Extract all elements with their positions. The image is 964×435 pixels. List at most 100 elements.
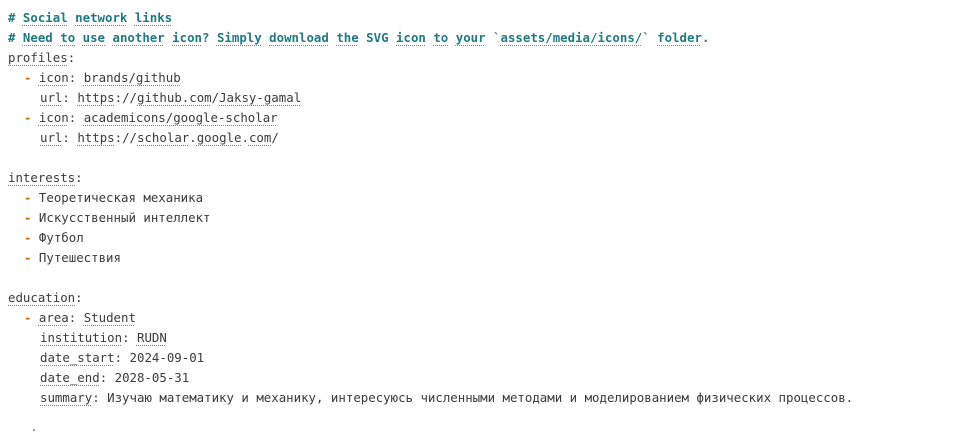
yaml-colon: : <box>75 290 83 305</box>
url-punct: :// <box>114 130 138 145</box>
url-path: Jaksy-gamal <box>219 90 302 105</box>
list-dash: - <box>24 210 39 225</box>
yaml-key-date-start: date_start <box>40 350 115 365</box>
comment-word: Need <box>22 30 53 45</box>
yaml-value-icon: brands/github <box>83 70 181 85</box>
url-host: scholar <box>137 130 190 145</box>
comment-word: network <box>75 10 128 25</box>
profile-item-2-icon-line: - icon: academicons/google-scholar <box>8 108 964 128</box>
yaml-value-institution: RUDN <box>136 330 167 345</box>
interest-item: - Искусственный интеллект <box>8 208 964 228</box>
yaml-colon: : <box>62 90 78 105</box>
yaml-key-url: url <box>40 90 63 105</box>
list-dash: - <box>24 110 39 125</box>
url-punct: / <box>211 90 220 105</box>
yaml-key-area: area <box>38 310 69 325</box>
list-dash: - <box>24 190 39 205</box>
profile-item-1-url-line: url: https://github.com/Jaksy-gamal <box>8 88 964 108</box>
yaml-key-summary: summary <box>40 390 93 405</box>
list-dash: - <box>24 250 39 265</box>
interest-value: Искусственный интеллект <box>38 210 211 225</box>
yaml-value-summary: Изучаю математику и механику, интересуюс… <box>107 390 854 405</box>
comment-hash: # <box>8 10 23 25</box>
education-summary-line: summary: Изучаю математику и механику, и… <box>8 388 964 408</box>
comment-word: links <box>134 10 173 25</box>
comment-word: use <box>82 30 106 45</box>
url-punct: . <box>189 130 197 145</box>
yaml-key-url: url <box>40 130 63 145</box>
education-area-line: - area: Student <box>8 308 964 328</box>
education-key-line: education: <box>8 288 964 308</box>
url-punct: :// <box>114 90 138 105</box>
yaml-colon: : <box>67 50 76 65</box>
comment-punct: ? <box>202 30 217 45</box>
yaml-colon: : <box>68 70 84 85</box>
url-punct: / <box>271 130 279 145</box>
yaml-colon: : <box>99 370 115 385</box>
interest-value: Путешествия <box>38 250 121 265</box>
yaml-key-icon: icon <box>38 70 69 85</box>
list-dash: - <box>24 70 39 85</box>
comment-word: Social <box>22 10 68 25</box>
url-punct: . <box>241 130 249 145</box>
comment-word: icon <box>172 30 203 45</box>
interests-key-line: interests: <box>8 168 964 188</box>
yaml-key-profiles: profiles <box>8 50 68 65</box>
comment-punct: . <box>701 30 710 45</box>
comment-word: SVG <box>358 30 397 45</box>
comment-word: your <box>455 30 486 45</box>
comment-word: icon <box>396 30 426 45</box>
interest-item: - Теоретическая механика <box>8 188 964 208</box>
comment-hash: # <box>8 30 23 45</box>
yaml-colon: : <box>62 130 78 145</box>
comment-path: assets/media/icons/ <box>500 30 643 45</box>
url-scheme: https <box>77 130 115 145</box>
yaml-value-date-start: 2024-09-01 <box>129 350 205 365</box>
comment-line-icon-hint: # Need to use another icon? Simply downl… <box>8 28 964 48</box>
comment-punct: ` <box>485 30 501 45</box>
interest-item: - Футбол <box>8 228 964 248</box>
yaml-colon: : <box>68 310 84 325</box>
yaml-colon: : <box>75 170 83 185</box>
interest-value: Теоретическая механика <box>38 190 204 205</box>
yaml-colon: : <box>114 350 130 365</box>
comment-word: to <box>60 30 76 45</box>
url-host: com <box>248 130 272 145</box>
yaml-key-interests: interests <box>8 170 76 185</box>
education-date-end-line: date_end: 2028-05-31 <box>8 368 964 388</box>
comment-punct: ` <box>642 30 658 45</box>
profile-item-2-url-line: url: https://scholar.google.com/ <box>8 128 964 148</box>
yaml-colon: : <box>122 330 137 345</box>
yaml-value-date-end: 2028-05-31 <box>114 370 190 385</box>
interest-item: - Путешествия <box>8 248 964 268</box>
comment-word: to <box>433 30 449 45</box>
comment-word: download <box>269 30 329 45</box>
comment-word: the <box>336 30 359 45</box>
url-scheme: https <box>77 90 115 105</box>
education-institution-line: institution: RUDN <box>8 328 964 348</box>
yaml-key-date-end: date_end <box>40 370 100 385</box>
profiles-key-line: profiles: <box>8 48 964 68</box>
yaml-colon: : <box>92 390 108 405</box>
education-date-start-line: date_start: 2024-09-01 <box>8 348 964 368</box>
yaml-editor[interactable]: # Social network links # Need to use ano… <box>8 8 964 408</box>
yaml-key-icon: icon <box>38 110 69 125</box>
list-dash: - <box>24 230 39 245</box>
yaml-key-institution: institution <box>40 330 123 345</box>
text-cursor-marker <box>33 429 35 431</box>
yaml-value-icon: academicons/google-scholar <box>83 110 278 125</box>
comment-word: folder <box>657 30 702 45</box>
interest-value: Футбол <box>38 230 84 245</box>
yaml-value-area: Student <box>83 310 136 325</box>
comment-word: Simply <box>216 30 262 45</box>
yaml-key-education: education <box>8 290 76 305</box>
list-dash: - <box>24 310 39 325</box>
url-host: github.com <box>137 90 212 105</box>
yaml-colon: : <box>68 110 84 125</box>
comment-word: another <box>112 30 165 45</box>
profile-item-1-icon-line: - icon: brands/github <box>8 68 964 88</box>
comment-line-social-links: # Social network links <box>8 8 964 28</box>
url-host: google <box>196 130 242 145</box>
